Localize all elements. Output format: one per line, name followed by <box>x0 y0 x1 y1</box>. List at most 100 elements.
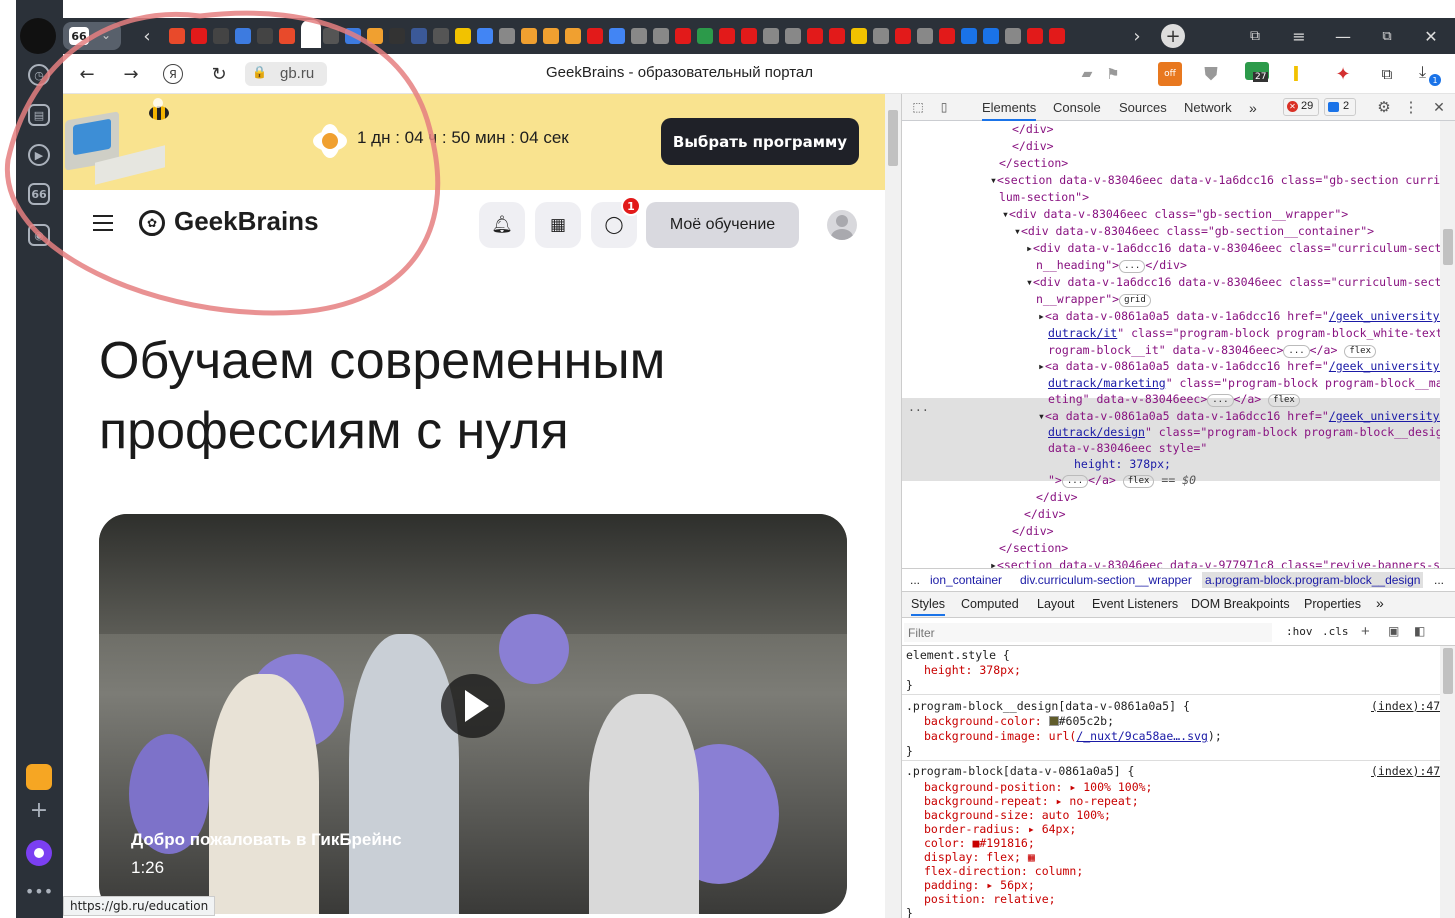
href-link[interactable]: /geek_university/e <box>1329 309 1454 323</box>
pinned-tab-favicon[interactable] <box>455 28 471 44</box>
href-link[interactable]: /geek_university/e <box>1329 409 1454 423</box>
style-decl[interactable]: color: ■#191816; <box>924 836 1035 850</box>
pinned-tab-favicon[interactable] <box>719 28 735 44</box>
new-tab-icon[interactable]: + <box>1161 24 1185 48</box>
href-link[interactable]: dutrack/marketing <box>1048 376 1166 390</box>
collections-icon[interactable]: ▤ <box>28 104 50 126</box>
dom-line[interactable]: </div> <box>1012 523 1054 540</box>
pinned-tab-favicon[interactable] <box>279 28 295 44</box>
reader-icon[interactable]: ⧉ <box>1375 62 1399 86</box>
geekbrains-logo-icon[interactable]: ✿ <box>139 210 165 236</box>
welcome-video[interactable]: Добро пожаловать в ГикБрейнс 1:26 <box>99 514 847 914</box>
pinned-tab-favicon[interactable] <box>477 28 493 44</box>
pinned-tab-favicon[interactable] <box>191 28 207 44</box>
href-link[interactable]: dutrack/design <box>1048 425 1145 439</box>
dom-line[interactable]: dutrack/marketing" class="program-block … <box>1048 375 1455 392</box>
pinned-tab-favicon[interactable] <box>1005 28 1021 44</box>
style-decl[interactable]: background-position: ▸ 100% 100%; <box>924 780 1152 794</box>
pinned-tab-favicon[interactable] <box>829 28 845 44</box>
extension-27-icon[interactable]: 27 <box>1245 62 1271 86</box>
dom-line[interactable]: </section> <box>999 155 1068 172</box>
expand-arrow-icon[interactable]: ▸ <box>1038 359 1045 373</box>
comment-icon[interactable]: ▰ <box>1077 64 1097 84</box>
dom-line[interactable]: dutrack/design" class="program-block pro… <box>1048 424 1455 441</box>
href-link[interactable]: dutrack/it <box>1048 326 1117 340</box>
pinned-tab-favicon[interactable] <box>763 28 779 44</box>
grid-chip[interactable]: grid <box>1119 294 1151 307</box>
pinned-tab-favicon[interactable] <box>653 28 669 44</box>
collections-button-icon[interactable]: ⧉ <box>1245 26 1265 46</box>
collapsed-chip[interactable]: ... <box>1283 345 1310 358</box>
more-tabs-icon[interactable]: » <box>1249 100 1257 116</box>
color-swatch[interactable] <box>1048 716 1059 726</box>
pinned-tab-favicon[interactable] <box>631 28 647 44</box>
dom-line[interactable]: </div> <box>1012 121 1054 138</box>
breadcrumb-item[interactable]: ... <box>910 573 920 587</box>
page-scrollbar[interactable] <box>885 94 901 918</box>
filter-input[interactable] <box>904 623 1272 642</box>
dom-line[interactable]: data-v-83046eec style=" <box>1048 440 1207 457</box>
adblock-off-icon[interactable]: off <box>1158 62 1182 86</box>
hamburger-menu-icon[interactable] <box>93 215 113 231</box>
pinned-tab-favicon[interactable] <box>587 28 603 44</box>
style-decl[interactable]: position: relative; <box>924 892 1056 906</box>
dom-line[interactable]: n__wrapper"> grid <box>1036 291 1151 308</box>
scroll-thumb[interactable] <box>1443 229 1453 265</box>
bookmark-icon[interactable]: ⚑ <box>1103 64 1123 84</box>
tab-computed[interactable]: Computed <box>961 597 1019 611</box>
tab-elements[interactable]: Elements <box>982 100 1037 121</box>
tabs-forward-icon[interactable]: › <box>1127 24 1147 48</box>
pinned-tab-favicon[interactable] <box>1049 28 1065 44</box>
pinned-tab-favicon[interactable] <box>169 28 185 44</box>
rule-selector[interactable]: element.style { <box>906 648 1010 662</box>
pinned-tab-favicon[interactable] <box>433 28 449 44</box>
styles-scrollbar[interactable] <box>1440 646 1455 918</box>
tab-dom-breakpoints[interactable]: DOM Breakpoints <box>1191 597 1290 611</box>
tab-properties[interactable]: Properties <box>1304 597 1361 611</box>
scroll-thumb[interactable] <box>1443 648 1453 694</box>
dom-line[interactable]: ▸<a data-v-0861a0a5 data-v-1a6dcc16 href… <box>1038 308 1453 325</box>
tab-network[interactable]: Network <box>1184 100 1232 115</box>
dom-line[interactable]: ▸<div data-v-1a6dcc16 data-v-83046eec cl… <box>1026 240 1455 257</box>
choose-program-button[interactable]: Выбрать программу <box>661 118 859 165</box>
dom-line[interactable]: </div> <box>1024 506 1066 523</box>
href-link[interactable]: /geek_university/e <box>1329 359 1454 373</box>
pinned-tab-favicon[interactable] <box>873 28 889 44</box>
expand-arrow-icon[interactable]: ▸ <box>1026 241 1033 255</box>
geekbrains-logo-text[interactable]: GeekBrains <box>174 206 319 237</box>
user-avatar[interactable] <box>827 210 857 240</box>
pinned-tab-favicon[interactable] <box>389 28 405 44</box>
rule-selector[interactable]: .program-block[data-v-0861a0a5] { <box>906 764 1134 778</box>
my-learning-button[interactable]: Моё обучение <box>646 202 799 248</box>
error-counter[interactable]: ✕ 29 <box>1283 98 1319 116</box>
svg-link[interactable]: /_nuxt/9ca58ae….svg <box>1076 729 1208 743</box>
mail-icon[interactable] <box>26 764 52 790</box>
download-icon[interactable]: ⤓ 1 <box>1417 62 1443 88</box>
pinned-tab-favicon[interactable] <box>983 28 999 44</box>
paint-icon[interactable]: ▣ <box>1388 624 1399 638</box>
tab-console[interactable]: Console <box>1053 100 1101 115</box>
forward-icon[interactable]: → <box>119 62 143 86</box>
tab-event-listeners[interactable]: Event Listeners <box>1092 597 1178 611</box>
rule-selector[interactable]: .program-block__design[data-v-0861a0a5] … <box>906 699 1190 713</box>
style-decl[interactable]: height: 378px; <box>924 663 1021 677</box>
alice-icon[interactable] <box>26 840 52 866</box>
tabs-back-icon[interactable]: ‹ <box>137 24 157 48</box>
messages-button[interactable]: ◯ 1 <box>591 196 641 248</box>
dom-line[interactable]: ▾<section data-v-83046eec data-v-1a6dcc1… <box>990 172 1454 189</box>
kebab-menu-icon[interactable]: ⋮ <box>1402 98 1420 116</box>
dom-line[interactable]: rogram-block__it" data-v-83046eec>... </a… <box>1048 342 1376 359</box>
device-toggle-icon[interactable]: ▯ <box>936 99 952 115</box>
rule-source-link[interactable]: (index):47 <box>1371 699 1440 713</box>
dom-scrollbar[interactable] <box>1440 121 1455 568</box>
pinned-tab-favicon[interactable] <box>257 28 273 44</box>
pinned-tab-favicon[interactable] <box>411 28 427 44</box>
address-pill[interactable]: 🔒 gb.ru <box>245 62 327 86</box>
expand-arrow-icon[interactable]: ▾ <box>1002 207 1009 221</box>
style-decl[interactable]: padding: ▸ 56px; <box>924 878 1035 892</box>
breadcrumb-item[interactable]: ion_container <box>930 573 1002 587</box>
pinned-tab-favicon[interactable] <box>675 28 691 44</box>
pinned-tab-favicon[interactable] <box>301 20 321 48</box>
pinned-tab-favicon[interactable] <box>939 28 955 44</box>
calendar-button[interactable]: ▦ <box>535 202 581 248</box>
